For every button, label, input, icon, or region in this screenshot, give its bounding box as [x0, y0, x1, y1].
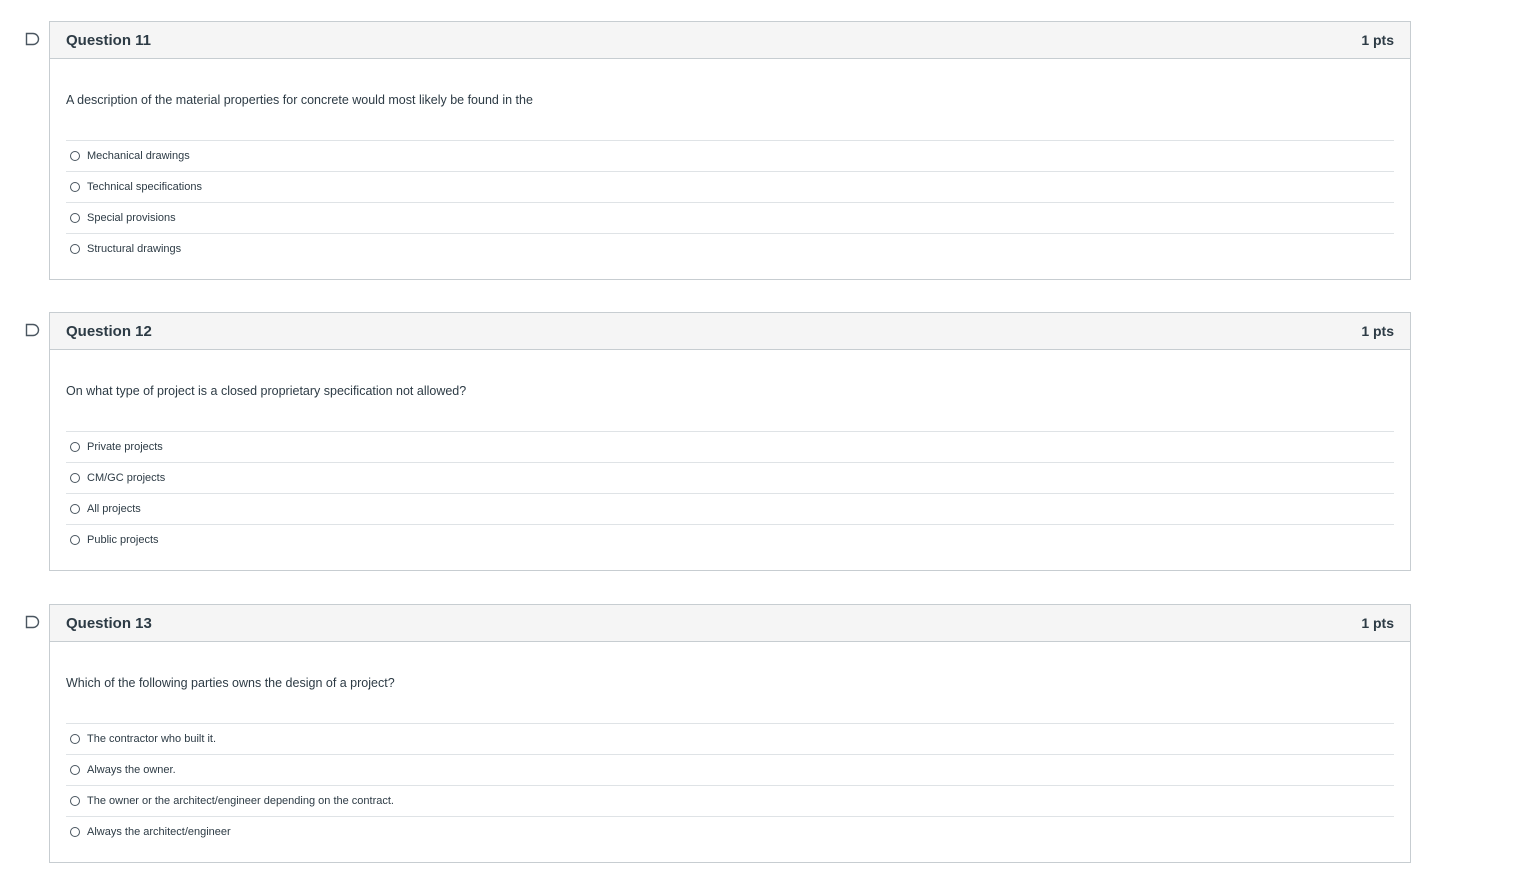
flag-icon[interactable] [25, 32, 41, 46]
answer-option[interactable]: The owner or the architect/engineer depe… [66, 786, 1394, 817]
answer-option[interactable]: The contractor who built it. [66, 724, 1394, 755]
question-body: A description of the material properties… [50, 59, 1410, 264]
radio-button-icon[interactable] [70, 213, 80, 223]
answer-option[interactable]: Private projects [66, 432, 1394, 463]
radio-button-icon[interactable] [70, 796, 80, 806]
answer-option[interactable]: Structural drawings [66, 234, 1394, 264]
answer-option[interactable]: Mechanical drawings [66, 141, 1394, 172]
radio-button-icon[interactable] [70, 182, 80, 192]
answer-option[interactable]: Special provisions [66, 203, 1394, 234]
question-text: A description of the material properties… [66, 59, 1394, 141]
answer-label: CM/GC projects [87, 472, 166, 484]
radio-button-icon[interactable] [70, 244, 80, 254]
question-body: Which of the following parties owns the … [50, 642, 1410, 847]
question-title: Question 12 [66, 322, 152, 340]
answer-label: Technical specifications [87, 181, 202, 193]
question-title: Question 11 [66, 31, 152, 49]
answer-label: Always the owner. [87, 764, 176, 776]
answer-label: Special provisions [87, 212, 176, 224]
answer-label: All projects [87, 503, 141, 515]
answer-option[interactable]: CM/GC projects [66, 463, 1394, 494]
flag-icon[interactable] [25, 615, 41, 629]
radio-button-icon[interactable] [70, 535, 80, 545]
question-points: 1 pts [1361, 32, 1394, 48]
question-footer [50, 264, 1410, 279]
answer-label: Public projects [87, 534, 159, 546]
question-points: 1 pts [1361, 323, 1394, 339]
radio-button-icon[interactable] [70, 151, 80, 161]
question-header: Question 13 1 pts [50, 605, 1410, 642]
answer-label: Structural drawings [87, 243, 182, 255]
radio-button-icon[interactable] [70, 827, 80, 837]
question-text: Which of the following parties owns the … [66, 642, 1394, 724]
radio-button-icon[interactable] [70, 765, 80, 775]
answer-list: The contractor who built it. Always the … [66, 724, 1394, 847]
radio-button-icon[interactable] [70, 442, 80, 452]
question-header: Question 12 1 pts [50, 313, 1410, 350]
question-card: Question 13 1 pts Which of the following… [49, 604, 1411, 863]
radio-button-icon[interactable] [70, 473, 80, 483]
question-card: Question 11 1 pts A description of the m… [49, 21, 1411, 280]
answer-label: The contractor who built it. [87, 733, 217, 745]
answer-list: Private projects CM/GC projects All proj… [66, 432, 1394, 555]
question-footer [50, 555, 1410, 570]
question-body: On what type of project is a closed prop… [50, 350, 1410, 555]
answer-option[interactable]: Always the architect/engineer [66, 817, 1394, 847]
question-footer [50, 847, 1410, 862]
answer-label: Always the architect/engineer [87, 826, 231, 838]
flag-icon[interactable] [25, 323, 41, 337]
answer-list: Mechanical drawings Technical specificat… [66, 141, 1394, 264]
radio-button-icon[interactable] [70, 504, 80, 514]
quiz-container: Question 11 1 pts A description of the m… [0, 0, 1535, 885]
answer-option[interactable]: Public projects [66, 525, 1394, 555]
answer-label: Private projects [87, 441, 163, 453]
question-points: 1 pts [1361, 615, 1394, 631]
answer-label: The owner or the architect/engineer depe… [87, 795, 394, 807]
radio-button-icon[interactable] [70, 734, 80, 744]
answer-option[interactable]: Technical specifications [66, 172, 1394, 203]
answer-option[interactable]: All projects [66, 494, 1394, 525]
answer-label: Mechanical drawings [87, 150, 190, 162]
question-title: Question 13 [66, 614, 152, 632]
question-header: Question 11 1 pts [50, 22, 1410, 59]
answer-option[interactable]: Always the owner. [66, 755, 1394, 786]
question-card: Question 12 1 pts On what type of projec… [49, 312, 1411, 571]
question-text: On what type of project is a closed prop… [66, 350, 1394, 432]
